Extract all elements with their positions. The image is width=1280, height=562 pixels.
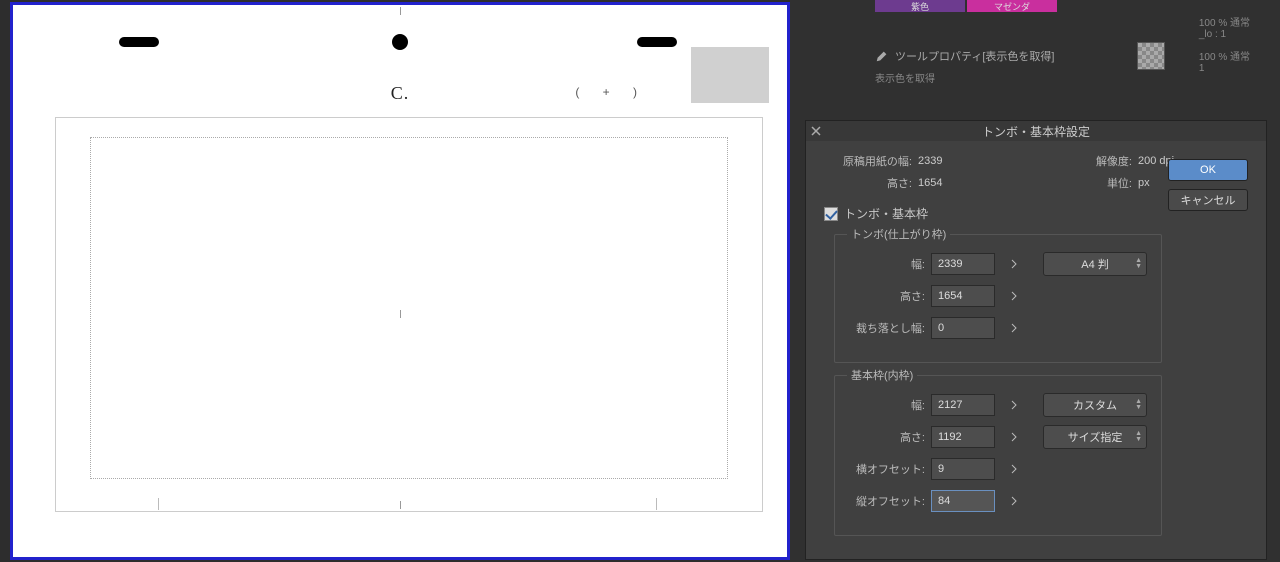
layer-opacity-1: 100 % 通常_lo : 1 — [1199, 14, 1250, 40]
dialog-title: トンボ・基本枠設定 — [806, 123, 1266, 140]
chevron-right-icon — [1011, 464, 1017, 474]
yoffset-label: 縦オフセット: — [847, 493, 925, 509]
trim-group-legend: トンボ(仕上がり枠) — [847, 226, 950, 242]
color-chip-magenta[interactable]: マゼンダ — [967, 0, 1057, 12]
inner-width-input[interactable] — [931, 394, 995, 416]
cut-label: C. — [391, 83, 410, 104]
center-tick-top — [400, 7, 401, 15]
peg-hole-right — [637, 37, 677, 47]
close-button[interactable] — [806, 121, 826, 141]
bleed-label: 裁ち落とし幅: — [847, 320, 925, 336]
spinner-icon: ▲▼ — [1135, 258, 1142, 270]
chevron-right-icon — [1011, 400, 1017, 410]
inner-group-legend: 基本枠(内枠) — [847, 367, 917, 383]
crop-settings-dialog: トンボ・基本枠設定 OK キャンセル 原稿用紙の幅: 2339 解像度: 200… — [805, 120, 1267, 560]
info-box — [691, 47, 769, 103]
bleed-input[interactable] — [931, 317, 995, 339]
unit-label: 単位: — [1082, 175, 1132, 191]
xoffset-input[interactable] — [931, 458, 995, 480]
inner-height-input[interactable] — [931, 426, 995, 448]
yoffset-more[interactable] — [1005, 490, 1023, 512]
frame-tick-right — [656, 498, 657, 510]
layer-thumbnail[interactable] — [1137, 42, 1165, 70]
trim-width-more[interactable] — [1005, 253, 1023, 275]
inner-preset-size[interactable]: サイズ指定 ▲▼ — [1043, 425, 1147, 449]
resolution-label: 解像度: — [1082, 153, 1132, 169]
spinner-icon: ▲▼ — [1135, 431, 1142, 443]
peg-hole-center — [392, 34, 408, 50]
trim-height-more[interactable] — [1005, 285, 1023, 307]
inner-preset-custom[interactable]: カスタム ▲▼ — [1043, 393, 1147, 417]
trim-frame-group: トンボ(仕上がり枠) 幅: A4 判 ▲▼ 高さ: 裁ち落とし幅: — [834, 226, 1162, 363]
paper-height-value: 1654 — [918, 177, 972, 189]
peg-hole-left — [119, 37, 159, 47]
tool-property-sub: 表示色を取得 — [875, 70, 935, 85]
tool-property-header: ツールプロパティ[表示色を取得] — [875, 48, 1054, 64]
enable-crop-label: トンボ・基本枠 — [844, 205, 928, 222]
bleed-more[interactable] — [1005, 317, 1023, 339]
inner-frame-group: 基本枠(内枠) 幅: カスタム ▲▼ 高さ: サイズ指定 ▲▼ — [834, 367, 1162, 536]
chevron-right-icon — [1011, 323, 1017, 333]
trim-width-input[interactable] — [931, 253, 995, 275]
cancel-button[interactable]: キャンセル — [1168, 189, 1248, 211]
trim-height-input[interactable] — [931, 285, 995, 307]
brush-icon — [875, 49, 889, 63]
xoffset-more[interactable] — [1005, 458, 1023, 480]
center-tick-mid — [400, 310, 401, 318]
paper-width-label: 原稿用紙の幅: — [824, 153, 912, 169]
frame-tick-left — [158, 498, 159, 510]
trim-height-label: 高さ: — [847, 288, 925, 304]
enable-crop-checkbox[interactable] — [824, 207, 838, 221]
chevron-right-icon — [1011, 496, 1017, 506]
paper-width-value: 2339 — [918, 155, 972, 167]
inner-frame — [90, 137, 728, 479]
paper-height-label: 高さ: — [824, 175, 912, 191]
chevron-right-icon — [1011, 432, 1017, 442]
chevron-right-icon — [1011, 291, 1017, 301]
ok-button[interactable]: OK — [1168, 159, 1248, 181]
spinner-icon: ▲▼ — [1135, 399, 1142, 411]
color-chip-purple[interactable]: 紫色 — [875, 0, 965, 12]
parentheses-mark: ( + ) — [575, 85, 647, 99]
close-icon — [811, 126, 821, 136]
xoffset-label: 横オフセット: — [847, 461, 925, 477]
inner-height-label: 高さ: — [847, 429, 925, 445]
trim-preset-select[interactable]: A4 判 ▲▼ — [1043, 252, 1147, 276]
center-tick-bottom — [400, 501, 401, 509]
trim-width-label: 幅: — [847, 256, 925, 272]
inner-width-label: 幅: — [847, 397, 925, 413]
inner-height-more[interactable] — [1005, 426, 1023, 448]
yoffset-input[interactable] — [931, 490, 995, 512]
canvas-preview[interactable]: C. ( + ) — [10, 2, 790, 560]
inner-width-more[interactable] — [1005, 394, 1023, 416]
chevron-right-icon — [1011, 259, 1017, 269]
layer-opacity-2: 100 % 通常1 — [1199, 48, 1250, 74]
